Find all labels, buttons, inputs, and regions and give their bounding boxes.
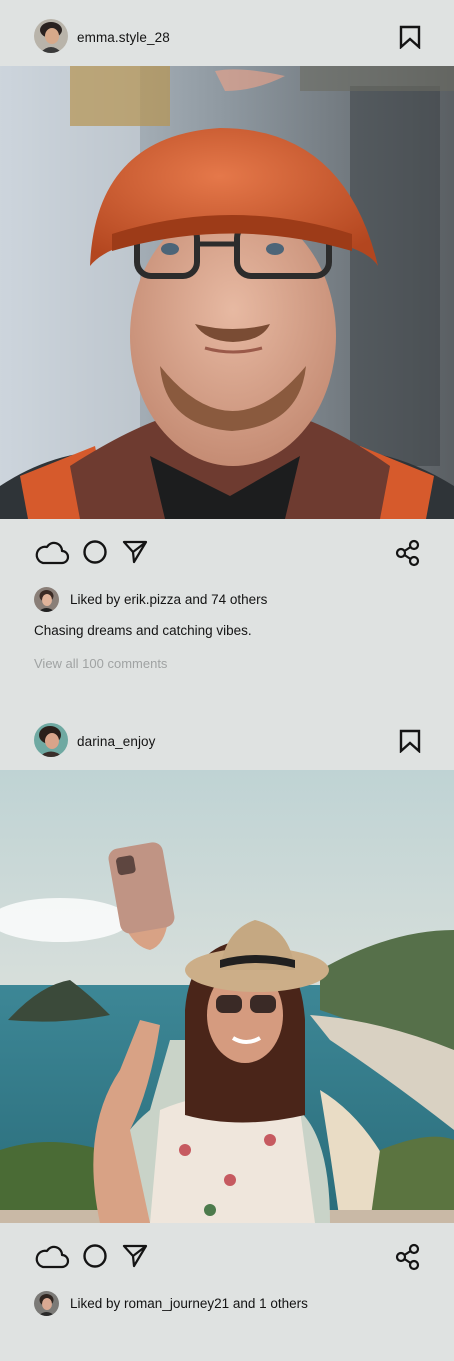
cloud-icon[interactable] xyxy=(34,538,70,571)
liked-by-row: Liked by erik.pizza and 74 others xyxy=(34,587,434,613)
post-header: darina_enjoy xyxy=(0,704,454,770)
bookmark-icon[interactable] xyxy=(399,729,421,754)
post-username[interactable]: darina_enjoy xyxy=(77,734,156,749)
liked-by-prefix: Liked by xyxy=(70,1296,125,1311)
post-1: emma.style_28 Liked by erik.pizza and 74… xyxy=(0,0,454,671)
circle-icon[interactable] xyxy=(82,539,108,570)
bookmark-icon[interactable] xyxy=(399,25,421,50)
liked-by-row: Liked by roman_journey21 and 1 others xyxy=(34,1291,434,1317)
avatar[interactable] xyxy=(34,587,59,612)
post-actions xyxy=(0,533,454,573)
post-username[interactable]: emma.style_28 xyxy=(77,30,170,45)
liked-by-count[interactable]: and 1 others xyxy=(229,1296,308,1311)
circle-icon[interactable] xyxy=(82,1243,108,1274)
post-actions xyxy=(0,1237,454,1277)
liked-by-count[interactable]: and 74 others xyxy=(181,592,268,607)
liked-by-user-link[interactable]: roman_journey21 xyxy=(124,1296,229,1311)
post-image[interactable] xyxy=(0,66,454,519)
avatar[interactable] xyxy=(34,19,68,53)
cloud-icon[interactable] xyxy=(34,1242,70,1275)
liked-by-user-link[interactable]: erik.pizza xyxy=(124,592,181,607)
send-arrow-icon[interactable] xyxy=(122,539,148,570)
post-header: emma.style_28 xyxy=(0,0,454,66)
view-comments-link[interactable]: View all 100 comments xyxy=(34,656,167,671)
avatar[interactable] xyxy=(34,723,68,757)
share-icon[interactable] xyxy=(395,1243,421,1276)
post-2: darina_enjoy Liked by roman_journey21 an… xyxy=(0,704,454,1316)
liked-by-prefix: Liked by xyxy=(70,592,125,607)
send-arrow-icon[interactable] xyxy=(122,1243,148,1274)
share-icon[interactable] xyxy=(395,539,421,572)
liked-by-text: Liked by erik.pizza and 74 others xyxy=(70,592,267,607)
post-caption: Chasing dreams and catching vibes. xyxy=(34,623,252,638)
liked-by-text: Liked by roman_journey21 and 1 others xyxy=(70,1296,308,1311)
avatar[interactable] xyxy=(34,1291,59,1316)
post-image[interactable] xyxy=(0,770,454,1223)
